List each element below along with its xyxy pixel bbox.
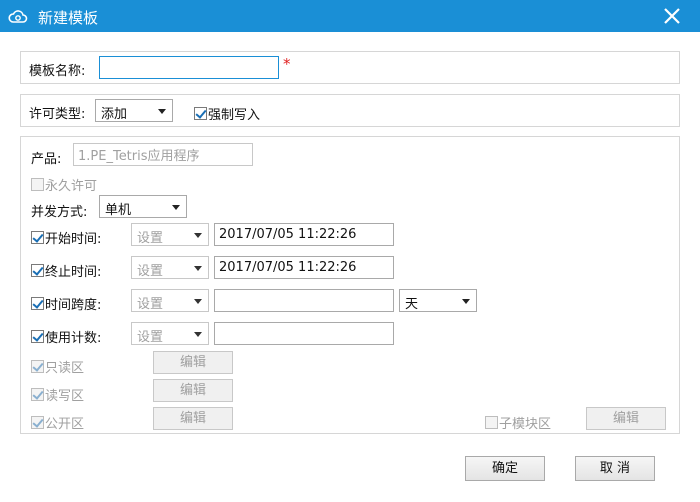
readwrite-area-label: 读写区 (45, 389, 85, 404)
checkbox-checked-icon (194, 107, 207, 120)
permanent-license-checkbox: 永久许可 (31, 175, 97, 194)
time-span-input[interactable] (214, 289, 394, 312)
cloud-icon (8, 10, 28, 23)
dialog-body: 模板名称: * 许可类型: 添加 强制写入 产品: 永久许可 并发方式: 单机 (0, 32, 700, 502)
public-area-label: 公开区 (45, 417, 85, 432)
start-time-input[interactable] (214, 223, 394, 246)
readwrite-edit-button[interactable]: 编辑 (153, 379, 233, 402)
concurrency-label: 并发方式: (31, 205, 88, 220)
end-time-checkbox[interactable]: 终止时间: (31, 261, 101, 280)
ok-button[interactable]: 确定 (465, 456, 545, 481)
start-time-checkbox[interactable]: 开始时间: (31, 228, 101, 247)
checkbox-checked-icon (31, 330, 44, 343)
readwrite-edit-label: 编辑 (179, 383, 206, 398)
submodule-area-label: 子模块区 (499, 417, 552, 432)
license-type-value: 添加 (101, 107, 128, 122)
product-label: 产品: (31, 152, 62, 167)
submodule-edit-label: 编辑 (612, 411, 639, 426)
usage-count-checkbox[interactable]: 使用计数: (31, 327, 101, 346)
readonly-edit-label: 编辑 (179, 355, 206, 370)
usage-count-input[interactable] (214, 322, 394, 345)
force-write-label: 强制写入 (208, 108, 261, 123)
readonly-edit-button[interactable]: 编辑 (153, 351, 233, 374)
name-group: 模板名称: * (20, 51, 680, 84)
usage-count-label: 使用计数: (45, 331, 102, 346)
start-time-mode-select[interactable]: 设置 (131, 223, 209, 246)
start-time-mode-value: 设置 (137, 231, 164, 246)
permanent-license-label: 永久许可 (45, 179, 98, 194)
chevron-down-icon (462, 299, 470, 304)
chevron-down-icon (194, 332, 202, 337)
concurrency-value: 单机 (105, 203, 132, 218)
usage-count-mode-select[interactable]: 设置 (131, 322, 209, 345)
public-edit-button[interactable]: 编辑 (153, 407, 233, 430)
product-input (73, 143, 253, 166)
time-span-mode-select[interactable]: 设置 (131, 289, 209, 312)
license-type-label: 许可类型: (29, 107, 86, 122)
checkbox-unchecked-icon (485, 416, 498, 429)
end-time-mode-value: 设置 (137, 264, 164, 279)
required-mark: * (283, 55, 291, 73)
time-span-unit-value: 天 (405, 297, 419, 312)
close-icon[interactable] (660, 4, 684, 28)
time-span-unit-select[interactable]: 天 (399, 289, 477, 312)
time-span-mode-value: 设置 (137, 297, 164, 312)
license-type-select[interactable]: 添加 (95, 99, 173, 122)
checkbox-checked-icon (31, 388, 44, 401)
start-time-label: 开始时间: (45, 232, 102, 247)
checkbox-unchecked-icon (31, 178, 44, 191)
checkbox-checked-icon (31, 264, 44, 277)
checkbox-checked-icon (31, 231, 44, 244)
cancel-button-label: 取 消 (599, 461, 631, 476)
public-edit-label: 编辑 (179, 411, 206, 426)
template-name-input[interactable] (99, 56, 279, 79)
readonly-area-checkbox: 只读区 (31, 357, 84, 376)
template-name-label: 模板名称: (29, 64, 86, 79)
end-time-mode-select[interactable]: 设置 (131, 256, 209, 279)
checkbox-checked-icon (31, 416, 44, 429)
chevron-down-icon (194, 299, 202, 304)
title-bar: 新建模板 (0, 0, 700, 32)
cancel-button[interactable]: 取 消 (575, 456, 655, 481)
checkbox-checked-icon (31, 360, 44, 373)
end-time-input[interactable] (214, 256, 394, 279)
submodule-edit-button[interactable]: 编辑 (586, 407, 666, 430)
submodule-area-checkbox: 子模块区 (485, 413, 551, 432)
ok-button-label: 确定 (491, 461, 518, 476)
checkbox-checked-icon (31, 297, 44, 310)
time-span-checkbox[interactable]: 时间跨度: (31, 294, 101, 313)
window-title: 新建模板 (38, 9, 99, 27)
readonly-area-label: 只读区 (45, 361, 85, 376)
chevron-down-icon (172, 205, 180, 210)
public-area-checkbox: 公开区 (31, 413, 84, 432)
chevron-down-icon (194, 266, 202, 271)
readwrite-area-checkbox: 读写区 (31, 385, 84, 404)
end-time-label: 终止时间: (45, 265, 102, 280)
license-group: 许可类型: 添加 强制写入 (20, 94, 680, 127)
chevron-down-icon (158, 109, 166, 114)
force-write-checkbox[interactable]: 强制写入 (194, 104, 260, 123)
concurrency-select[interactable]: 单机 (99, 195, 187, 218)
usage-count-mode-value: 设置 (137, 330, 164, 345)
chevron-down-icon (194, 233, 202, 238)
time-span-label: 时间跨度: (45, 298, 102, 313)
settings-group: 产品: 永久许可 并发方式: 单机 开始时间: 设置 终止时间: 设置 (20, 136, 680, 434)
